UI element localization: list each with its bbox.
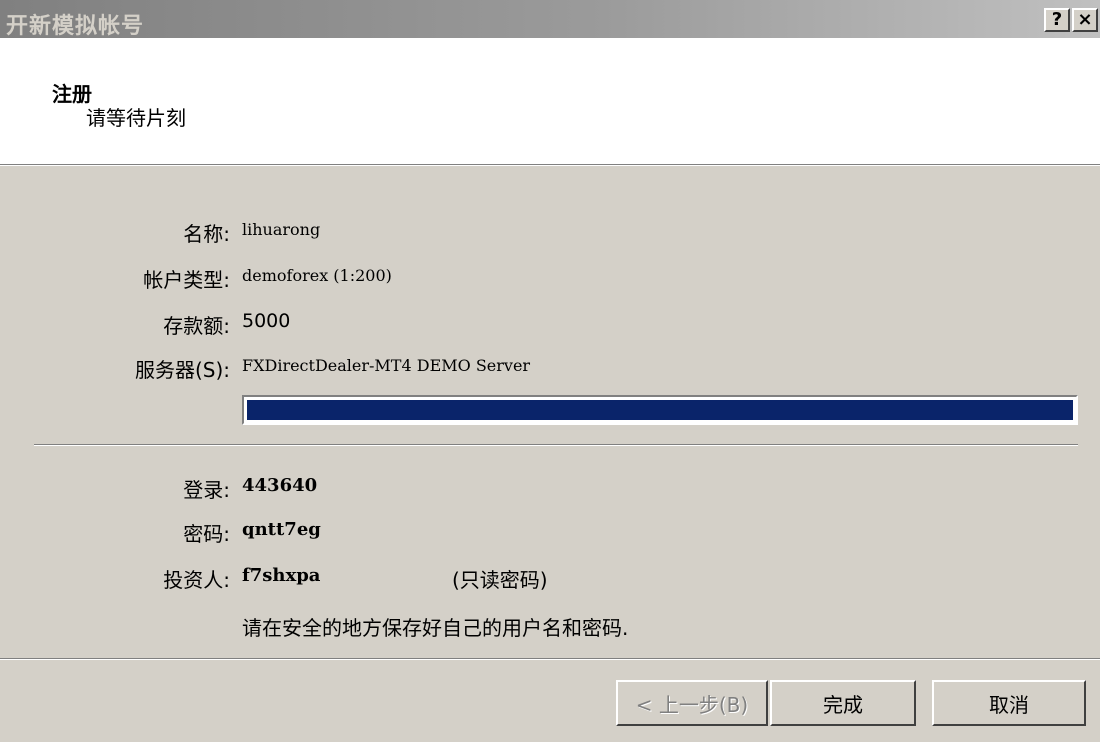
investor-value: f7shxpa xyxy=(242,565,321,586)
server-value: FXDirectDealer-MT4 DEMO Server xyxy=(242,356,531,375)
password-label: 密码: xyxy=(183,522,230,546)
deposit-value: 5000 xyxy=(242,310,291,332)
window-title: 开新模拟帐号 xyxy=(6,14,145,39)
login-label: 登录: xyxy=(183,478,230,502)
cancel-button[interactable]: 取消 xyxy=(932,680,1086,726)
back-button[interactable]: < 上一步(B) xyxy=(616,680,768,726)
investor-label: 投资人: xyxy=(163,568,230,592)
password-value: qntt7eg xyxy=(242,519,321,540)
name-value: lihuarong xyxy=(242,220,321,239)
server-label: 服务器(S): xyxy=(134,358,230,382)
finish-button[interactable]: 完成 xyxy=(770,680,916,726)
save-credentials-note: 请在安全的地方保存好自己的用户名和密码. xyxy=(242,616,629,640)
deposit-label: 存款额: xyxy=(163,314,230,338)
login-value: 443640 xyxy=(242,475,318,496)
investor-readonly-note: (只读密码) xyxy=(452,568,548,592)
title-bar: 开新模拟帐号 ? × xyxy=(0,0,1100,39)
account-type-value: demoforex (1:200) xyxy=(242,266,392,285)
name-label: 名称: xyxy=(183,222,230,246)
section-divider xyxy=(34,444,1078,446)
help-button[interactable]: ? xyxy=(1044,8,1070,32)
wizard-header: 注册 请等待片刻 xyxy=(0,38,1100,164)
progress-fill xyxy=(247,400,1073,420)
close-button[interactable]: × xyxy=(1072,8,1098,32)
registration-progress-bar xyxy=(242,395,1078,425)
header-divider xyxy=(0,164,1100,166)
page-subtitle: 请等待片刻 xyxy=(86,106,186,130)
footer-divider xyxy=(0,658,1100,660)
account-type-label: 帐户类型: xyxy=(143,268,230,292)
